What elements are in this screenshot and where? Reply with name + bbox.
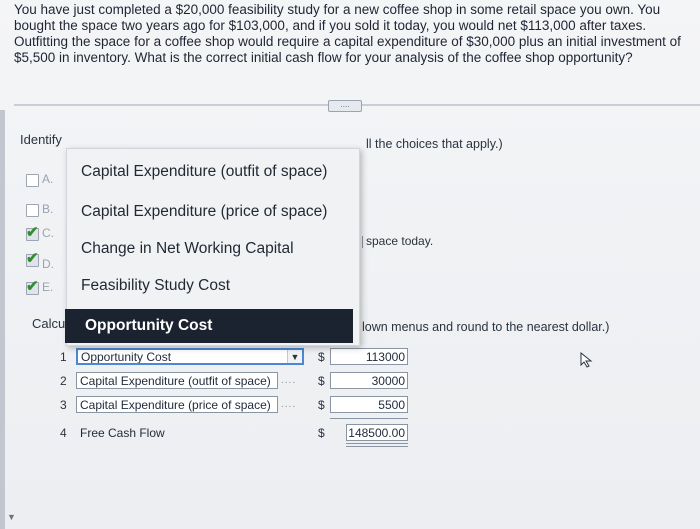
select-value: Opportunity Cost xyxy=(81,350,172,364)
free-cash-flow-label: Free Cash Flow xyxy=(80,426,165,440)
row-number: 1 xyxy=(60,350,67,364)
menu-item-capex-price[interactable]: Capital Expenditure (price of space) xyxy=(81,203,327,221)
scroll-down-icon[interactable]: ▼ xyxy=(7,512,16,522)
currency-symbol: $ xyxy=(318,350,325,364)
leader-dots: .... xyxy=(281,399,297,410)
option-e-checkbox[interactable]: ✔ xyxy=(26,278,39,295)
total-divider xyxy=(330,418,408,419)
row-1-select[interactable]: Opportunity Cost ▼ xyxy=(76,348,304,365)
scrollbar[interactable] xyxy=(0,110,5,529)
option-d-letter: D. xyxy=(42,257,54,271)
option-a-letter: A. xyxy=(42,172,54,186)
resize-handle[interactable]: .... xyxy=(328,100,362,112)
chevron-down-icon[interactable]: ▼ xyxy=(287,350,302,363)
row-2-select[interactable]: Capital Expenditure (outfit of space) xyxy=(76,372,278,389)
total-double-underline xyxy=(346,446,408,447)
menu-item-nwc[interactable]: Change in Net Working Capital xyxy=(81,240,294,258)
question-text: You have just completed a $20,000 feasib… xyxy=(14,2,681,65)
check-icon: ✔ xyxy=(26,250,39,267)
instruction-fragment: ll the choices that apply.) xyxy=(366,137,503,151)
menu-item-opportunity-cost[interactable]: Opportunity Cost xyxy=(65,309,353,343)
leader-dots: .... xyxy=(281,375,297,386)
row-number: 3 xyxy=(60,398,67,412)
option-b-letter: B. xyxy=(42,202,54,216)
option-b-checkbox[interactable] xyxy=(26,204,39,217)
identify-label: Identify xyxy=(20,132,62,147)
menu-item-capex-outfit[interactable]: Capital Expenditure (outfit of space) xyxy=(81,163,327,181)
menu-item-feasibility[interactable]: Feasibility Study Cost xyxy=(81,277,230,295)
currency-symbol: $ xyxy=(318,374,325,388)
row-3-select[interactable]: Capital Expenditure (price of space) xyxy=(76,396,278,413)
amount-input[interactable]: 113000 xyxy=(330,348,408,365)
check-icon: ✔ xyxy=(26,224,39,241)
option-e-letter: E. xyxy=(42,280,54,294)
currency-symbol: $ xyxy=(318,398,325,412)
dropdown-menu: Capital Expenditure (outfit of space) Ca… xyxy=(65,148,360,346)
currency-symbol: $ xyxy=(318,426,325,440)
row-number: 2 xyxy=(60,374,67,388)
check-icon: ✔ xyxy=(26,278,39,295)
mouse-cursor-icon xyxy=(580,352,593,368)
total-value: 148500.00 xyxy=(346,424,408,441)
option-c-letter: C. xyxy=(42,226,54,240)
row-number: 4 xyxy=(60,426,67,440)
option-c-checkbox[interactable]: ✔ xyxy=(26,224,39,241)
option-text-fragment: space today. xyxy=(361,234,434,248)
amount-input[interactable]: 5500 xyxy=(330,396,408,413)
instruction-fragment: lown menus and round to the nearest doll… xyxy=(362,320,610,334)
option-a-checkbox[interactable] xyxy=(26,174,39,187)
option-d-checkbox[interactable]: ✔ xyxy=(26,250,39,267)
total-underline xyxy=(346,443,408,444)
amount-input[interactable]: 30000 xyxy=(330,372,408,389)
